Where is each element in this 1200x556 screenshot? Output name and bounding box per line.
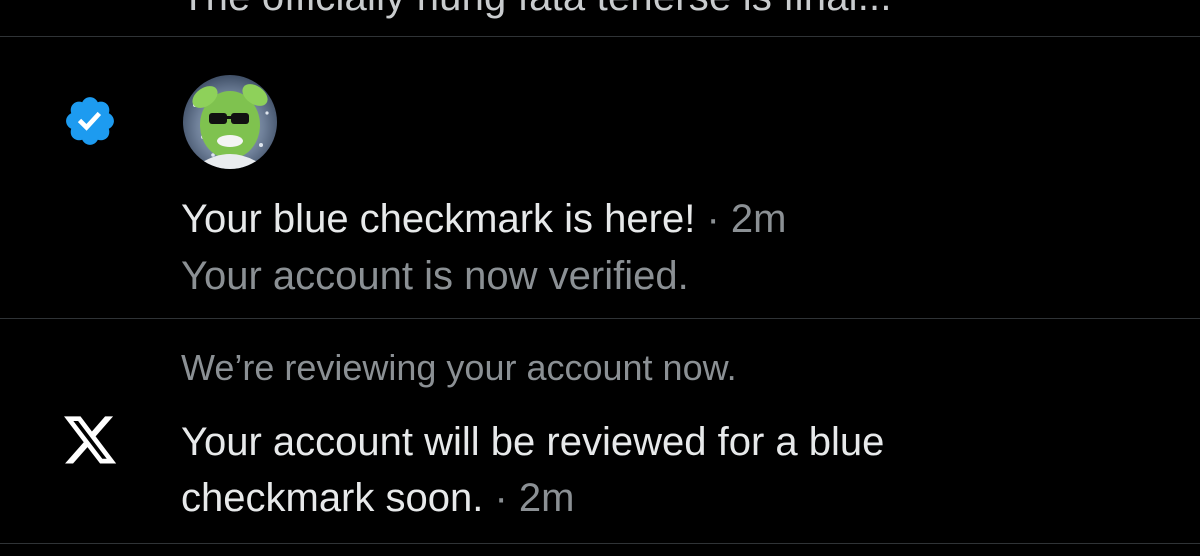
previous-notification-text[interactable]: The officially hung fata tenerse is fina…	[181, 0, 892, 20]
verified-badge-icon	[62, 93, 118, 149]
notification-body: Your account will be reviewed for a blue…	[181, 414, 1081, 526]
notification-subtitle: Your account is now verified.	[181, 254, 689, 298]
avatar[interactable]	[183, 75, 277, 169]
notification-title-text: Your blue checkmark is here!	[181, 197, 696, 241]
review-notification[interactable]: We’re reviewing your account now. Your a…	[0, 319, 1200, 543]
notification-preview: We’re reviewing your account now.	[181, 347, 737, 388]
verified-notification[interactable]: Your blue checkmark is here! · 2m Your a…	[0, 37, 1200, 318]
separator-dot: ·	[494, 476, 508, 520]
notification-title: Your blue checkmark is here! · 2m	[181, 195, 787, 243]
x-logo-icon	[61, 416, 119, 470]
timestamp: 2m	[730, 197, 787, 241]
separator-dot: ·	[706, 197, 720, 241]
divider	[0, 543, 1200, 544]
timestamp: 2m	[518, 476, 575, 520]
